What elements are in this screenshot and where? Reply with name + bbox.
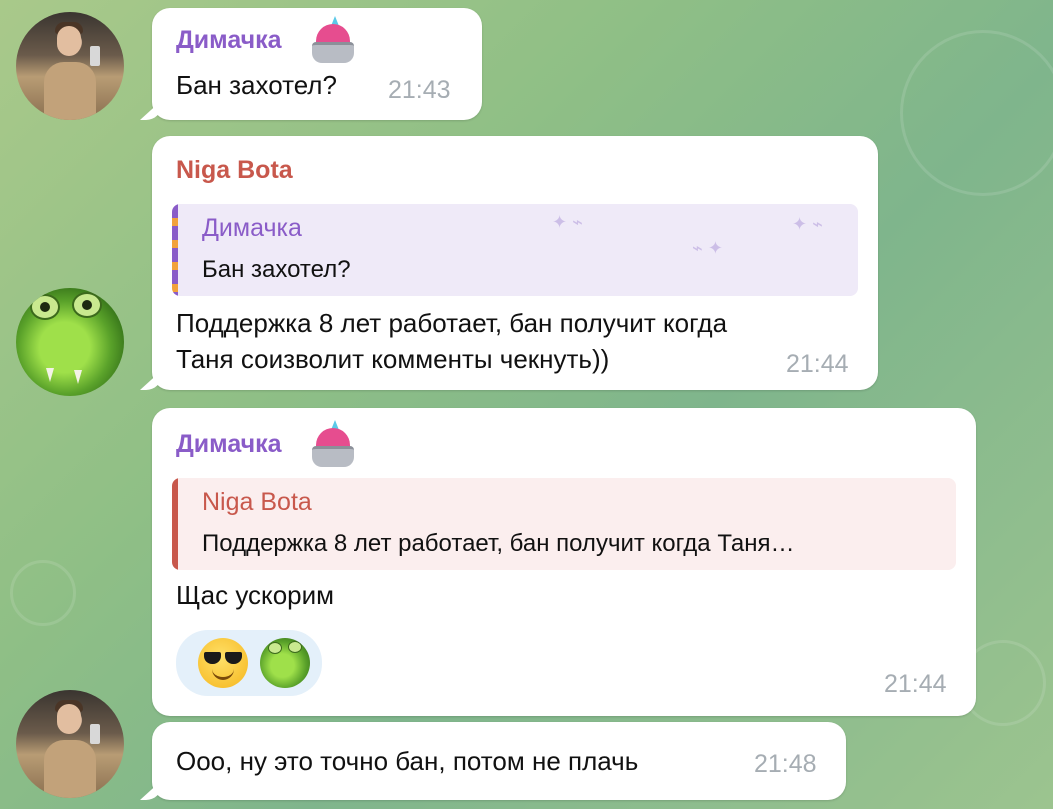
reactions-bar[interactable] — [176, 630, 322, 696]
reply-sender: Niga Bota — [202, 488, 312, 516]
sender-name[interactable]: Димачка — [176, 26, 282, 55]
reply-quote[interactable]: Niga Bota Поддержка 8 лет работает, бан … — [172, 478, 956, 570]
pattern-doodle-icon: ⌁ ✦ — [692, 238, 723, 258]
sender-name[interactable]: Niga Bota — [176, 156, 293, 185]
message-time: 21:44 — [786, 350, 849, 378]
pattern-doodle-icon: ✦ ⌁ — [552, 212, 583, 232]
user-avatar[interactable] — [16, 690, 124, 798]
message-text: Щас ускорим — [176, 580, 335, 610]
message-text-line: Поддержка 8 лет работает, бан получит ко… — [176, 308, 728, 338]
background-doodle — [900, 30, 1053, 196]
pattern-doodle-icon: ✦ ⌁ — [792, 214, 823, 234]
reactor-avatar[interactable] — [260, 638, 310, 688]
reply-bar — [172, 478, 178, 570]
message-text: Ооо, ну это точно бан, потом не плачь — [176, 746, 639, 776]
emoji-status-icon — [310, 16, 356, 63]
user-avatar[interactable] — [16, 12, 124, 120]
reply-sender: Димачка — [202, 214, 302, 242]
message-time: 21:48 — [754, 750, 817, 778]
emoji-status-icon — [310, 420, 356, 467]
sunglasses-emoji-icon[interactable] — [198, 638, 248, 688]
reply-quote[interactable]: Димачка Бан захотел? ✦ ⌁ ⌁ ✦ ✦ ⌁ — [172, 204, 858, 296]
message-bubble[interactable]: Димачка Бан захотел? 21:43 — [152, 8, 482, 120]
message-bubble[interactable]: Ооо, ну это точно бан, потом не плачь 21… — [152, 722, 846, 800]
message-bubble[interactable]: Niga Bota Димачка Бан захотел? ✦ ⌁ ⌁ ✦ ✦… — [152, 136, 878, 390]
reply-text: Поддержка 8 лет работает, бан получит ко… — [202, 530, 795, 557]
message-time: 21:43 — [388, 76, 451, 104]
reply-text: Бан захотел? — [202, 256, 351, 283]
message-time: 21:44 — [884, 670, 947, 698]
message-text: Бан захотел? — [176, 70, 337, 100]
sender-name[interactable]: Димачка — [176, 430, 282, 459]
bot-avatar[interactable] — [16, 288, 124, 396]
background-doodle — [10, 560, 76, 626]
message-text-line: Таня соизволит комменты чекнуть)) — [176, 344, 610, 374]
message-bubble[interactable]: Димачка Niga Bota Поддержка 8 лет работа… — [152, 408, 976, 716]
reply-bar — [172, 204, 178, 296]
